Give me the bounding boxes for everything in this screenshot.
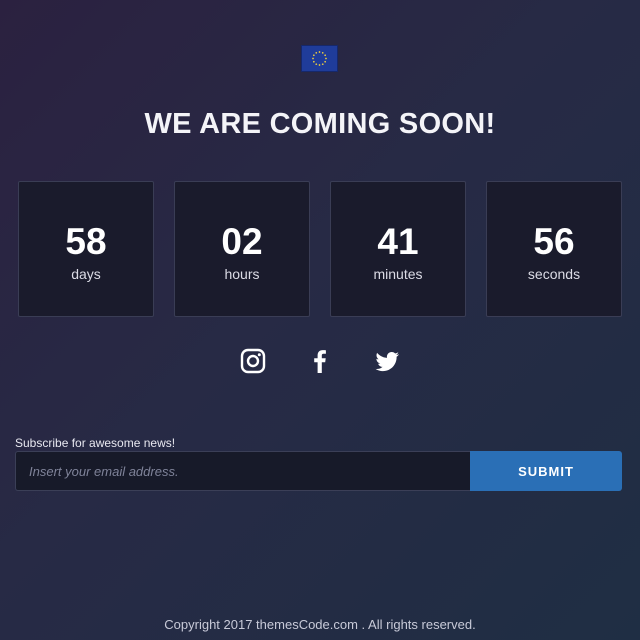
countdown-unit: seconds xyxy=(527,266,581,282)
countdown-unit: minutes xyxy=(373,266,423,282)
countdown-timer: 58 days 02 hours 41 minutes 56 seconds xyxy=(18,181,622,317)
countdown-days: 58 days xyxy=(18,181,154,317)
countdown-value: 58 xyxy=(65,221,107,262)
twitter-icon[interactable] xyxy=(372,346,402,376)
countdown-value: 41 xyxy=(377,221,419,262)
countdown-value: 56 xyxy=(533,221,575,262)
page-title: WE ARE COMING SOON! xyxy=(144,108,496,140)
submit-button[interactable]: SUBMIT xyxy=(470,451,622,491)
countdown-value: 02 xyxy=(221,221,263,262)
subscribe-label: Subscribe for awesome news! xyxy=(15,436,176,450)
email-input[interactable] xyxy=(15,451,470,491)
eu-flag-icon xyxy=(301,45,338,72)
countdown-seconds: 56 seconds xyxy=(486,181,622,317)
countdown-unit: hours xyxy=(224,266,260,282)
countdown-minutes: 41 minutes xyxy=(330,181,466,317)
social-links xyxy=(0,346,640,378)
facebook-icon[interactable] xyxy=(305,346,335,376)
countdown-unit: days xyxy=(71,266,101,282)
footer-copyright: Copyright 2017 themesCode.com . All righ… xyxy=(164,617,476,632)
countdown-hours: 02 hours xyxy=(174,181,310,317)
subscribe-form: SUBMIT xyxy=(15,451,622,491)
instagram-icon[interactable] xyxy=(238,346,268,376)
